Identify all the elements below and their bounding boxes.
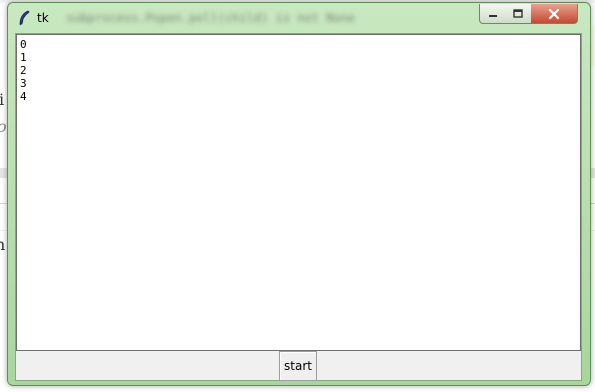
window-client-area: 0 1 2 3 4 start — [15, 33, 582, 381]
tk-window: tk subprocess.Popen.poll(child) is not N… — [7, 2, 591, 386]
minimize-icon — [489, 14, 497, 17]
output-line: 4 — [20, 90, 27, 103]
output-line: 2 — [20, 64, 27, 77]
close-button[interactable] — [531, 4, 578, 24]
close-icon — [548, 8, 560, 19]
title-bar[interactable]: tk subprocess.Popen.poll(child) is not N… — [8, 3, 590, 31]
window-title: tk — [37, 11, 49, 25]
output-line: 3 — [20, 77, 27, 90]
feather-icon — [19, 10, 30, 26]
output-text-area[interactable]: 0 1 2 3 4 — [16, 34, 581, 351]
blurred-background-title: subprocess.Popen.poll(child) is not None — [66, 11, 355, 25]
output-line: 0 — [20, 38, 27, 51]
background-text: o — [0, 117, 7, 136]
maximize-button[interactable] — [505, 4, 532, 24]
background-text: n — [0, 235, 6, 254]
background-text: i — [0, 90, 5, 109]
start-button[interactable]: start — [279, 351, 317, 381]
minimize-button[interactable] — [479, 4, 507, 24]
output-line: 1 — [20, 51, 27, 64]
maximize-icon — [513, 8, 523, 18]
